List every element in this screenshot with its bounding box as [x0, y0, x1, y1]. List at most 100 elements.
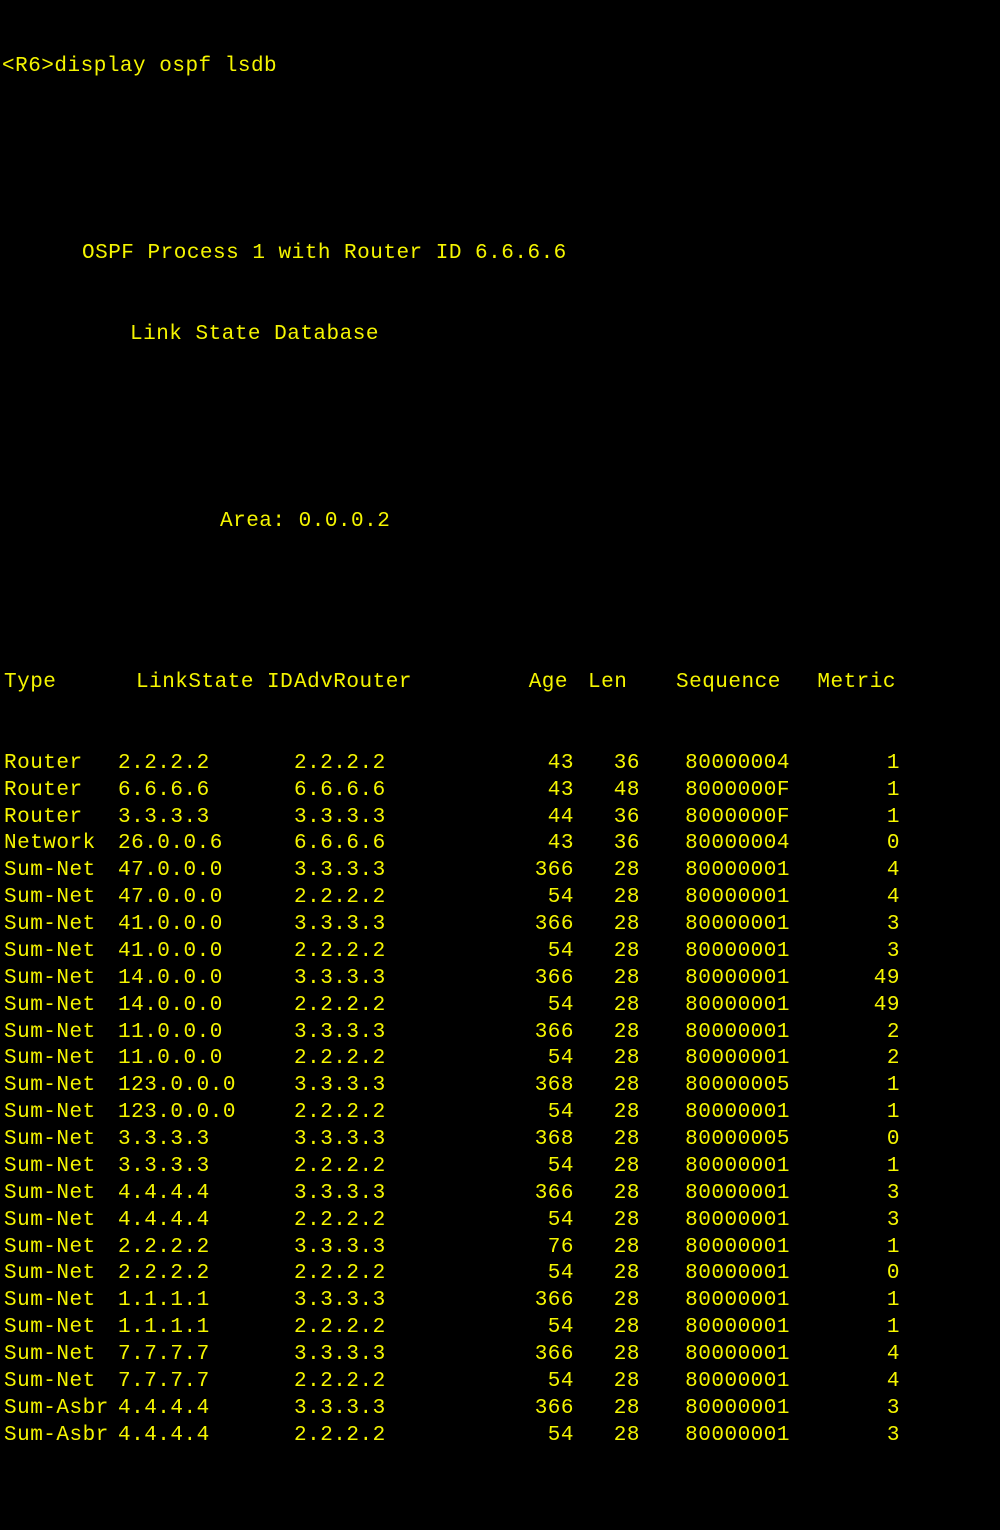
cell-advrouter: 2.2.2.2	[294, 1208, 504, 1235]
lsdb-table: TypeLinkState IDAdvRouterAgeLenSequenceM…	[0, 616, 1000, 1503]
cell-metric: 0	[790, 1127, 900, 1154]
cell-len: 28	[574, 1100, 640, 1127]
cell-len: 28	[574, 1154, 640, 1181]
cell-sequence: 80000001	[640, 1261, 790, 1288]
table-row: Router2.2.2.22.2.2.24336800000041	[4, 751, 1000, 778]
cell-linkstate-id: 1.1.1.1	[118, 1315, 294, 1342]
cell-len: 48	[574, 778, 640, 805]
cell-linkstate-id: 3.3.3.3	[118, 1127, 294, 1154]
cell-age: 54	[504, 1315, 574, 1342]
cell-sequence: 80000001	[640, 966, 790, 993]
cell-sequence: 80000001	[640, 1208, 790, 1235]
cell-type: Sum-Net	[4, 885, 118, 912]
cell-metric: 49	[790, 966, 900, 993]
cell-advrouter: 2.2.2.2	[294, 939, 504, 966]
cell-type: Sum-Net	[4, 1235, 118, 1262]
cell-len: 28	[574, 1235, 640, 1262]
cell-age: 54	[504, 1261, 574, 1288]
cell-sequence: 8000000F	[640, 778, 790, 805]
table-row: Sum-Net14.0.0.02.2.2.254288000000149	[4, 993, 1000, 1020]
cell-linkstate-id: 41.0.0.0	[118, 939, 294, 966]
cell-sequence: 80000004	[640, 831, 790, 858]
col-header-age: Age	[504, 670, 574, 697]
terminal-output[interactable]: <R6>display ospf lsdb OSPF Process 1 wit…	[0, 0, 1000, 1530]
cell-advrouter: 2.2.2.2	[294, 993, 504, 1020]
cell-sequence: 80000001	[640, 1235, 790, 1262]
cell-advrouter: 3.3.3.3	[294, 966, 504, 993]
table-row: Sum-Net7.7.7.73.3.3.336628800000014	[4, 1342, 1000, 1369]
cell-len: 28	[574, 1046, 640, 1073]
cell-type: Sum-Asbr	[4, 1396, 118, 1423]
cell-linkstate-id: 11.0.0.0	[118, 1020, 294, 1047]
ospf-process-header: OSPF Process 1 with Router ID 6.6.6.6	[0, 241, 1000, 268]
cell-linkstate-id: 14.0.0.0	[118, 966, 294, 993]
cell-metric: 1	[790, 1154, 900, 1181]
cell-type: Sum-Net	[4, 1369, 118, 1396]
cell-linkstate-id: 14.0.0.0	[118, 993, 294, 1020]
cell-type: Sum-Net	[4, 1100, 118, 1127]
cell-sequence: 80000001	[640, 1154, 790, 1181]
cell-metric: 1	[790, 1288, 900, 1315]
cell-age: 54	[504, 1046, 574, 1073]
table-row: Sum-Net7.7.7.72.2.2.25428800000014	[4, 1369, 1000, 1396]
cell-len: 36	[574, 751, 640, 778]
cell-sequence: 80000001	[640, 1369, 790, 1396]
cell-sequence: 80000001	[640, 1288, 790, 1315]
cell-age: 43	[504, 831, 574, 858]
cell-type: Sum-Net	[4, 1342, 118, 1369]
cell-len: 28	[574, 885, 640, 912]
cell-age: 366	[504, 1020, 574, 1047]
cell-linkstate-id: 7.7.7.7	[118, 1369, 294, 1396]
cell-metric: 3	[790, 1181, 900, 1208]
cell-linkstate-id: 3.3.3.3	[118, 1154, 294, 1181]
cell-age: 368	[504, 1073, 574, 1100]
cell-sequence: 8000000F	[640, 805, 790, 832]
col-header-len: Len	[574, 670, 640, 697]
cell-advrouter: 3.3.3.3	[294, 1127, 504, 1154]
cell-len: 28	[574, 993, 640, 1020]
cell-advrouter: 2.2.2.2	[294, 1100, 504, 1127]
cell-type: Sum-Net	[4, 1288, 118, 1315]
cell-metric: 1	[790, 1315, 900, 1342]
cell-metric: 3	[790, 1423, 900, 1450]
cell-linkstate-id: 4.4.4.4	[118, 1181, 294, 1208]
cell-linkstate-id: 47.0.0.0	[118, 858, 294, 885]
cell-age: 368	[504, 1127, 574, 1154]
cell-advrouter: 3.3.3.3	[294, 858, 504, 885]
cell-age: 54	[504, 1154, 574, 1181]
cell-type: Sum-Asbr	[4, 1423, 118, 1450]
cell-advrouter: 2.2.2.2	[294, 1423, 504, 1450]
table-row: Sum-Net1.1.1.13.3.3.336628800000011	[4, 1288, 1000, 1315]
cell-len: 36	[574, 805, 640, 832]
table-row: Sum-Net11.0.0.03.3.3.336628800000012	[4, 1020, 1000, 1047]
col-header-type: Type	[4, 670, 118, 697]
cell-type: Sum-Net	[4, 858, 118, 885]
cell-len: 28	[574, 1423, 640, 1450]
table-row: Sum-Net4.4.4.42.2.2.25428800000013	[4, 1208, 1000, 1235]
cell-len: 36	[574, 831, 640, 858]
cell-metric: 3	[790, 1396, 900, 1423]
cell-advrouter: 3.3.3.3	[294, 1288, 504, 1315]
cell-type: Sum-Net	[4, 993, 118, 1020]
cell-advrouter: 3.3.3.3	[294, 1342, 504, 1369]
cell-len: 28	[574, 1181, 640, 1208]
cell-linkstate-id: 7.7.7.7	[118, 1342, 294, 1369]
lsdb-header: Link State Database	[0, 322, 1000, 349]
cell-advrouter: 3.3.3.3	[294, 1181, 504, 1208]
cell-age: 366	[504, 1342, 574, 1369]
table-row: Sum-Net47.0.0.02.2.2.25428800000014	[4, 885, 1000, 912]
cell-len: 28	[574, 939, 640, 966]
table-row: Sum-Net47.0.0.03.3.3.336628800000014	[4, 858, 1000, 885]
table-row: Sum-Asbr4.4.4.42.2.2.25428800000013	[4, 1423, 1000, 1450]
cell-metric: 4	[790, 858, 900, 885]
cell-sequence: 80000001	[640, 993, 790, 1020]
cell-metric: 4	[790, 885, 900, 912]
cell-type: Sum-Net	[4, 1154, 118, 1181]
cell-linkstate-id: 47.0.0.0	[118, 885, 294, 912]
cell-sequence: 80000001	[640, 912, 790, 939]
cell-advrouter: 2.2.2.2	[294, 1154, 504, 1181]
cell-linkstate-id: 2.2.2.2	[118, 1261, 294, 1288]
cell-type: Router	[4, 805, 118, 832]
cell-age: 366	[504, 1396, 574, 1423]
cell-type: Sum-Net	[4, 966, 118, 993]
